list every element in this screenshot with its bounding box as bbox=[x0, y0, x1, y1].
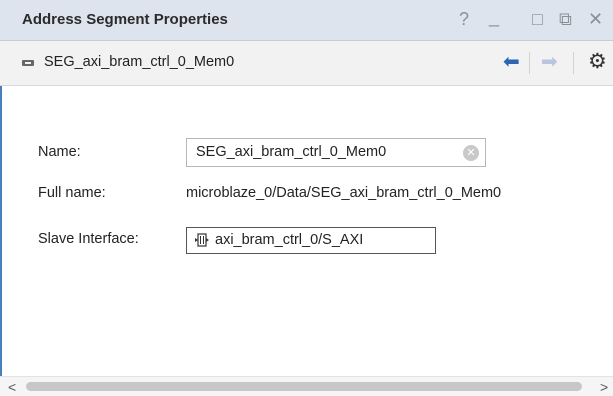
name-input-value: SEG_axi_bram_ctrl_0_Mem0 bbox=[196, 144, 387, 160]
selected-object-label: SEG_axi_bram_ctrl_0_Mem0 bbox=[44, 54, 235, 70]
gear-icon[interactable]: ⚙ bbox=[588, 50, 607, 74]
properties-toolbar: SEG_axi_bram_ctrl_0_Mem0 ⬅ ➡ ⚙ bbox=[0, 41, 613, 86]
fullname-value: microblaze_0/Data/SEG_axi_bram_ctrl_0_Me… bbox=[186, 185, 502, 201]
close-icon[interactable]: ✕ bbox=[588, 8, 603, 30]
name-label: Name: bbox=[38, 144, 81, 160]
clear-icon[interactable]: ✕ bbox=[463, 145, 479, 161]
interface-icon bbox=[195, 233, 209, 247]
scroll-right-icon[interactable]: > bbox=[600, 379, 608, 395]
toolbar-divider bbox=[573, 52, 574, 74]
help-icon[interactable]: ? bbox=[459, 8, 469, 30]
panel-title: Address Segment Properties bbox=[22, 11, 228, 28]
back-arrow-icon[interactable]: ⬅ bbox=[503, 51, 520, 73]
maximize-icon[interactable]: □ bbox=[532, 8, 543, 30]
minimize-icon[interactable]: _ bbox=[489, 6, 499, 28]
toolbar-divider bbox=[529, 52, 530, 74]
scroll-left-icon[interactable]: < bbox=[8, 379, 16, 395]
address-segment-properties-panel: Address Segment Properties ? _ □ ⧉ ✕ SEG… bbox=[0, 0, 613, 396]
scrollbar-thumb[interactable] bbox=[26, 382, 582, 391]
slave-interface-value: axi_bram_ctrl_0/S_AXI bbox=[215, 232, 364, 248]
forward-arrow-icon[interactable]: ➡ bbox=[541, 51, 558, 73]
name-input[interactable]: SEG_axi_bram_ctrl_0_Mem0 ✕ bbox=[186, 138, 486, 167]
float-icon[interactable]: ⧉ bbox=[559, 8, 572, 30]
fullname-label: Full name: bbox=[38, 185, 106, 201]
slave-interface-label: Slave Interface: bbox=[38, 231, 139, 247]
slave-interface-link[interactable]: axi_bram_ctrl_0/S_AXI bbox=[186, 227, 436, 254]
horizontal-scrollbar[interactable]: < > bbox=[0, 376, 613, 396]
address-segment-icon bbox=[22, 60, 34, 66]
panel-titlebar[interactable]: Address Segment Properties ? _ □ ⧉ ✕ bbox=[0, 0, 613, 41]
